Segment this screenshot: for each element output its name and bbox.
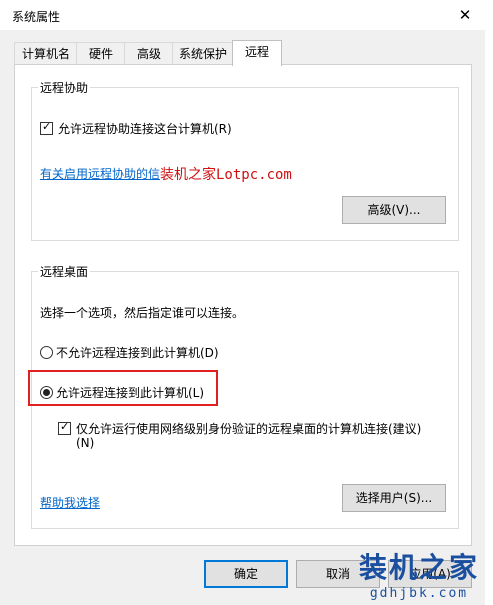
button-label: 选择用户(S)...	[355, 491, 433, 505]
group-title: 远程协助	[38, 79, 91, 96]
tab-label: 系统保护	[178, 47, 227, 61]
tab-computer-name[interactable]: 计算机名	[14, 42, 78, 65]
help-me-choose-link[interactable]: 帮助我选择	[40, 494, 100, 511]
remote-desktop-group: 远程桌面 选择一个选项，然后指定谁可以连接。 不允许远程连接到此计算机(D) 允…	[28, 263, 459, 529]
highlight-box	[28, 370, 218, 406]
nla-only-label[interactable]: 仅允许运行使用网络级别身份验证的远程桌面的计算机连接(建议)	[76, 420, 421, 437]
allow-remote-assistance-label[interactable]: 允许远程协助连接这台计算机(R)	[58, 120, 232, 137]
tab-system-protection[interactable]: 系统保护	[172, 42, 234, 65]
button-label: 确定	[233, 567, 258, 581]
site-watermark: 装机之家Lotpc.com	[160, 167, 292, 183]
advanced-button[interactable]: 高级(V)...	[342, 196, 446, 224]
background-window-edge	[485, 0, 493, 605]
check-icon: ✓	[60, 420, 70, 433]
deny-remote-radio[interactable]	[40, 346, 53, 359]
group-title: 远程桌面	[38, 263, 91, 280]
tab-remote[interactable]: 远程	[232, 40, 282, 66]
ok-button[interactable]: 确定	[204, 560, 288, 588]
tab-label: 硬件	[88, 47, 113, 61]
nla-only-checkbox[interactable]: ✓	[58, 420, 71, 435]
check-icon: ✓	[42, 120, 52, 133]
remote-desktop-instruction: 选择一个选项，然后指定谁可以连接。	[40, 306, 245, 320]
select-users-button[interactable]: 选择用户(S)...	[342, 484, 446, 512]
title-bar: 系统属性 ✕	[0, 0, 485, 30]
system-properties-window: 系统属性 ✕ 计算机名 硬件 高级 系统保护 远程 远程协助 ✓ 允许远程协助连…	[0, 0, 486, 605]
allow-remote-assistance-checkbox[interactable]: ✓	[40, 120, 53, 135]
close-icon[interactable]: ✕	[445, 0, 485, 30]
corner-watermark-title: 装机之家	[358, 551, 479, 584]
button-label: 高级(V)...	[367, 203, 421, 217]
tab-label: 计算机名	[21, 47, 70, 61]
window-title: 系统属性	[12, 10, 61, 24]
tab-hardware[interactable]: 硬件	[76, 42, 126, 65]
nla-only-label-line2[interactable]: (N)	[76, 436, 94, 450]
tab-label: 远程	[244, 45, 269, 59]
corner-watermark: 装机之家 gdhjbk.com	[359, 546, 479, 601]
deny-remote-label[interactable]: 不允许远程连接到此计算机(D)	[56, 344, 219, 361]
remote-assistance-info-link[interactable]: 有关启用远程协助的信	[40, 165, 160, 182]
remote-tab-panel: 远程协助 ✓ 允许远程协助连接这台计算机(R) 有关启用远程协助的信 高级(V)…	[14, 64, 472, 546]
tab-advanced[interactable]: 高级	[124, 42, 174, 65]
corner-watermark-url: gdhjbk.com	[369, 586, 469, 601]
button-label: 取消	[325, 567, 350, 581]
tab-label: 高级	[136, 47, 161, 61]
